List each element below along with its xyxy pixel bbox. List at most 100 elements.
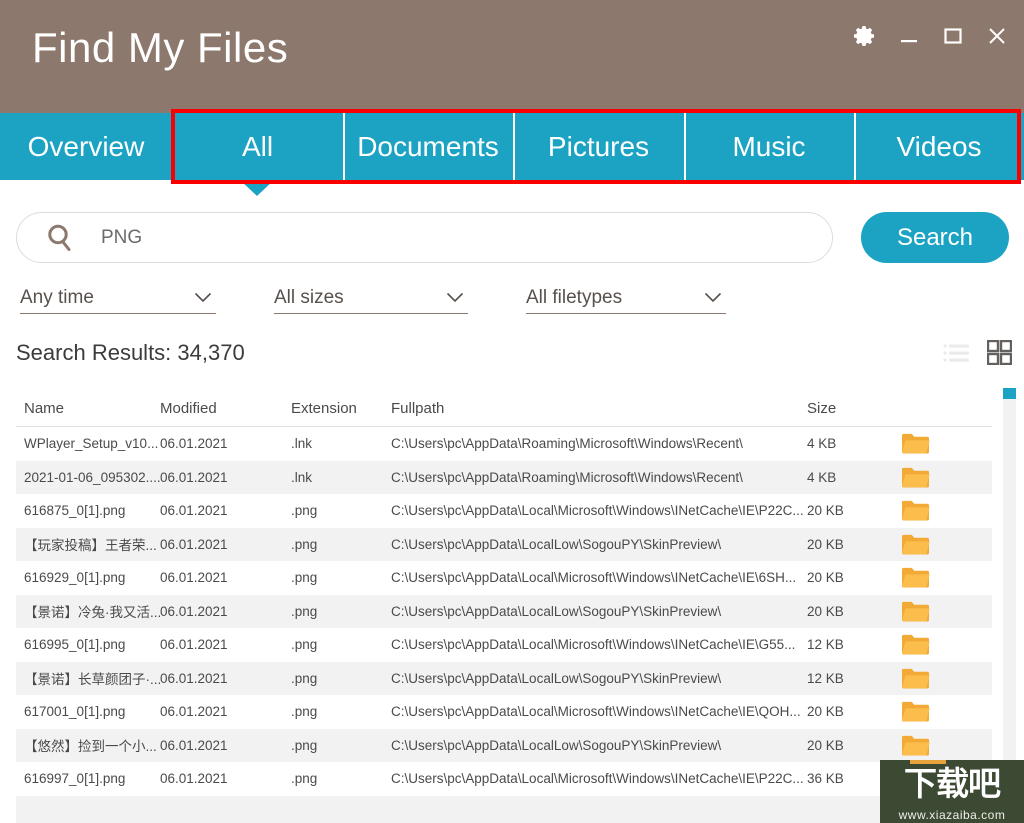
results-table: Name Modified Extension Fullpath Size WP… (16, 390, 992, 823)
cell-fullpath: C:\Users\pc\AppData\LocalLow\SogouPY\Ski… (391, 536, 722, 552)
open-folder-icon[interactable] (901, 466, 931, 489)
open-folder-icon[interactable] (901, 600, 931, 623)
list-view-icon[interactable] (943, 343, 969, 363)
cell-open-folder[interactable] (901, 566, 971, 589)
search-input[interactable] (101, 226, 832, 249)
cell-modified: 06.01.2021 (160, 536, 228, 552)
filter-row: Any time All sizes All filetypes (20, 282, 726, 314)
size-filter[interactable]: All sizes (274, 282, 468, 314)
cell-extension: .png (291, 570, 318, 586)
search-bar[interactable] (16, 212, 833, 263)
open-folder-icon[interactable] (901, 667, 931, 690)
tab-all-label: All (241, 130, 274, 162)
cell-open-folder[interactable] (901, 600, 971, 623)
results-count: Search Results: 34,370 (16, 340, 245, 365)
cell-fullpath: C:\Users\pc\AppData\Local\Microsoft\Wind… (391, 771, 804, 787)
filetype-filter[interactable]: All filetypes (526, 282, 726, 314)
cell-modified: 06.01.2021 (160, 603, 228, 619)
title-bar: Find My Files (0, 0, 1024, 113)
settings-icon[interactable] (852, 22, 878, 50)
cell-name: 617001_0[1].png (24, 704, 126, 720)
cell-fullpath: C:\Users\pc\AppData\Roaming\Microsoft\Wi… (391, 469, 743, 485)
tab-overview[interactable]: Overview (0, 113, 172, 180)
vertical-scrollbar-track[interactable] (1003, 392, 1016, 812)
cell-open-folder[interactable] (901, 466, 971, 489)
cell-size: 20 KB (807, 603, 844, 619)
open-folder-icon[interactable] (901, 734, 931, 757)
open-folder-icon[interactable] (901, 566, 931, 589)
column-header-name[interactable]: Name (16, 400, 160, 417)
table-row[interactable]: 2021-01-06_095302.... 06.01.2021 .lnk C:\Us… (16, 460, 992, 494)
chevron-down-icon (446, 292, 464, 303)
vertical-scrollbar-thumb[interactable] (1003, 388, 1016, 399)
column-header-extension[interactable]: Extension (291, 400, 391, 417)
cell-fullpath: C:\Users\pc\AppData\LocalLow\SogouPY\Ski… (391, 603, 722, 619)
table-row[interactable]: 616997_0[1].png 06.01.2021 .png C:\Users\pc… (16, 762, 992, 796)
table-row[interactable]: 616875_0[1].png 06.01.2021 .png C:\Users\pc… (16, 494, 992, 528)
watermark-url: www.xiazaiba.com (898, 808, 1006, 822)
open-folder-icon[interactable] (901, 700, 931, 723)
cell-open-folder[interactable] (901, 734, 971, 757)
table-row[interactable]: 616995_0[1].png 06.01.2021 .png C:\Users\pc… (16, 628, 992, 662)
cell-open-folder[interactable] (901, 633, 971, 656)
search-button[interactable]: Search (861, 212, 1009, 263)
time-filter[interactable]: Any time (20, 282, 216, 314)
cell-name: 【玩家投稿】王者荣... (24, 538, 157, 554)
open-folder-icon[interactable] (901, 633, 931, 656)
cell-modified: 06.01.2021 (160, 570, 228, 586)
table-row[interactable]: 【景诺】冷兔·我又活... 06.01.2021 .png C:\Users\pc\A… (16, 594, 992, 628)
app-title: Find My Files (32, 24, 289, 71)
table-row[interactable]: 【景诺】长草颜团子·... 06.01.2021 .png C:\Users\pc\A… (16, 661, 992, 695)
cell-size: 20 KB (807, 704, 844, 720)
open-folder-icon[interactable] (901, 432, 931, 455)
cell-fullpath: C:\Users\pc\AppData\Local\Microsoft\Wind… (391, 704, 801, 720)
tab-videos[interactable]: Videos (854, 113, 1024, 180)
column-header-fullpath[interactable]: Fullpath (391, 400, 807, 417)
table-row[interactable]: 616929_0[1].png 06.01.2021 .png C:\Users\pc… (16, 561, 992, 595)
cell-extension: .png (291, 771, 318, 787)
maximize-icon[interactable] (940, 22, 966, 50)
tab-pictures[interactable]: Pictures (513, 113, 684, 180)
cell-modified: 06.01.2021 (160, 503, 228, 519)
cell-name: 【悠然】捡到一个小... (24, 739, 157, 755)
open-folder-icon[interactable] (901, 499, 931, 522)
cell-open-folder[interactable] (901, 667, 971, 690)
table-row[interactable]: 【悠然】捡到一个小... 06.01.2021 .png C:\Users\pc\Ap… (16, 728, 992, 762)
cell-open-folder[interactable] (901, 432, 971, 455)
filetype-filter-label: All filetypes (526, 286, 623, 308)
table-row[interactable]: WPlayer_Setup_v10... 06.01.2021 .lnk C:\Use… (16, 427, 992, 461)
cell-name: 616929_0[1].png (24, 570, 126, 586)
tab-documents[interactable]: Documents (343, 113, 513, 180)
cell-open-folder[interactable] (901, 499, 971, 522)
open-folder-icon[interactable] (901, 533, 931, 556)
cell-extension: .png (291, 737, 318, 753)
tab-music[interactable]: Music (684, 113, 854, 180)
tab-documents-label: Documents (357, 130, 499, 162)
cell-modified: 06.01.2021 (160, 704, 228, 720)
tab-all[interactable]: All (172, 113, 343, 180)
cell-open-folder[interactable] (901, 533, 971, 556)
cell-modified: 06.01.2021 (160, 469, 228, 485)
size-filter-label: All sizes (274, 286, 344, 308)
tab-pictures-label: Pictures (547, 130, 650, 162)
chevron-down-icon (704, 292, 722, 303)
cell-name: 【景诺】长草颜团子·... (24, 672, 160, 688)
cell-size: 4 KB (807, 469, 837, 485)
table-body: WPlayer_Setup_v10... 06.01.2021 .lnk C:\Use… (16, 427, 992, 823)
cell-modified: 06.01.2021 (160, 436, 228, 452)
cell-extension: .png (291, 536, 318, 552)
cell-size: 20 KB (807, 503, 844, 519)
cell-modified: 06.01.2021 (160, 771, 228, 787)
table-row[interactable]: 【玩家投稿】王者荣... 06.01.2021 .png C:\Users\pc\Ap… (16, 527, 992, 561)
column-header-modified[interactable]: Modified (160, 400, 291, 417)
tab-music-label: Music (732, 130, 806, 162)
table-row[interactable]: 617001_0[1].png 06.01.2021 .png C:\Users\pc… (16, 695, 992, 729)
application-window: Find My Files Overview All Documents Pic… (0, 0, 1024, 823)
close-icon[interactable] (984, 22, 1010, 50)
search-icon[interactable] (43, 221, 77, 255)
column-header-size[interactable]: Size (807, 400, 901, 417)
minimize-icon[interactable] (896, 22, 922, 50)
table-row[interactable] (16, 795, 992, 823)
cell-open-folder[interactable] (901, 700, 971, 723)
grid-view-icon[interactable] (987, 340, 1012, 365)
